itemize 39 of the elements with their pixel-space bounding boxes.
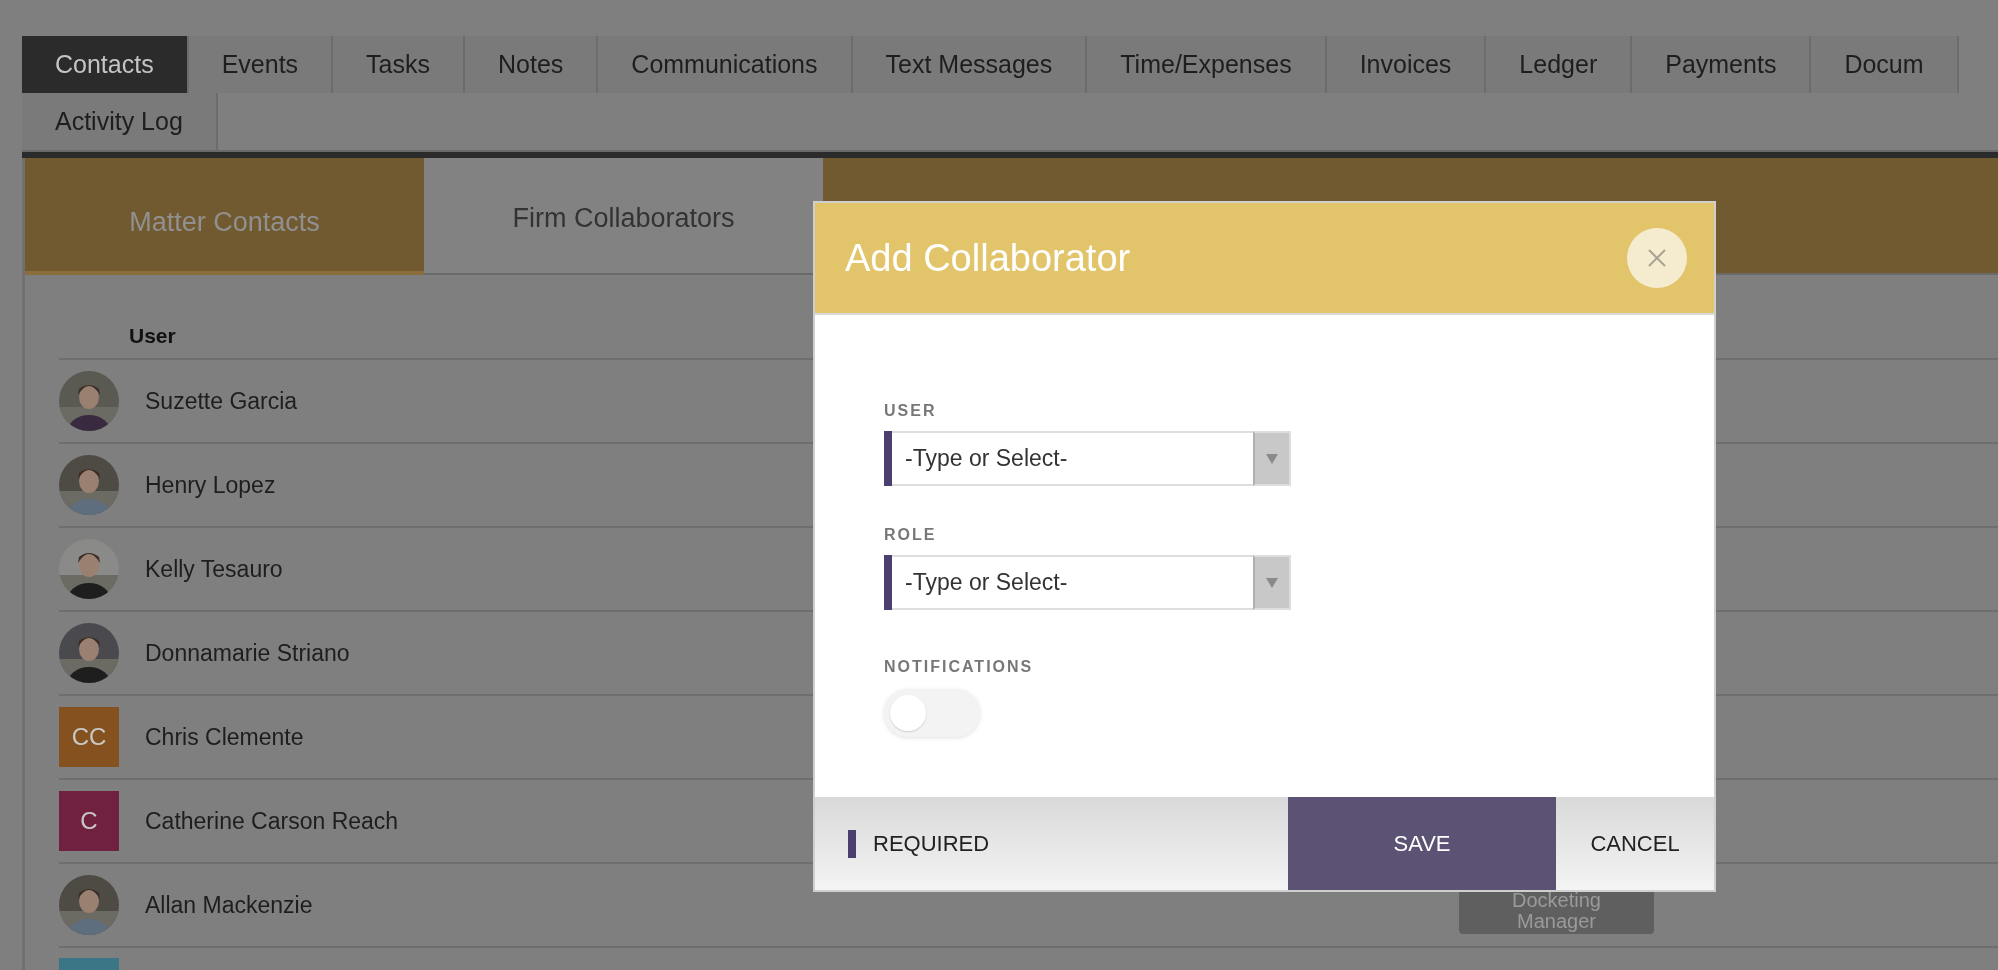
save-button[interactable]: SAVE <box>1288 797 1556 890</box>
user-name: Allan Mackenzie <box>145 890 313 920</box>
field-label: ROLE <box>884 525 937 545</box>
user-name: Chris Clemente <box>145 722 304 752</box>
toggle-switch[interactable] <box>884 689 980 737</box>
tab[interactable]: Activity Log <box>22 93 218 150</box>
column-header: User <box>129 322 176 349</box>
caret-icon <box>1266 453 1278 464</box>
user-name: Donnamarie Striano <box>145 638 350 668</box>
tab[interactable]: Communications <box>598 36 853 93</box>
select-field[interactable]: -Type or Select- <box>892 431 1253 486</box>
close-icon <box>1647 248 1667 268</box>
tab[interactable]: Firm Collaborators <box>424 158 823 273</box>
tab[interactable]: Events <box>188 36 334 93</box>
required-legend: REQUIRED <box>873 827 990 860</box>
caret-icon <box>1266 577 1278 588</box>
tab[interactable]: Notes <box>465 36 599 93</box>
tab[interactable]: Contacts <box>22 36 189 93</box>
dropdown-arrow-button[interactable] <box>1253 431 1291 486</box>
user-name: Suzette Garcia <box>145 386 298 416</box>
user-name: Kelly Tesauro <box>145 554 283 584</box>
toggle-label: NOTIFICATIONS <box>884 657 1034 677</box>
dropdown-arrow-button[interactable] <box>1253 555 1291 610</box>
user-name: Catherine Carson Reach <box>145 806 399 836</box>
dialog-title: Add Collaborator <box>845 235 1131 281</box>
tab[interactable]: Payments <box>1632 36 1812 93</box>
avatar: C <box>59 791 119 851</box>
tab[interactable]: Text Messages <box>852 36 1088 93</box>
select-field[interactable]: -Type or Select- <box>892 555 1253 610</box>
tab[interactable]: Time/Expenses <box>1087 36 1327 93</box>
avatar: CC <box>59 707 119 767</box>
tab[interactable]: Tasks <box>333 36 465 93</box>
field-label: USER <box>884 401 937 421</box>
tab[interactable]: Ledger <box>1486 36 1633 93</box>
tab[interactable]: Invoices <box>1326 36 1487 93</box>
user-name: Henry Lopez <box>145 470 276 500</box>
tab[interactable]: Docum <box>1811 36 1959 93</box>
close-button[interactable] <box>1627 228 1687 288</box>
required-marker <box>848 829 856 858</box>
